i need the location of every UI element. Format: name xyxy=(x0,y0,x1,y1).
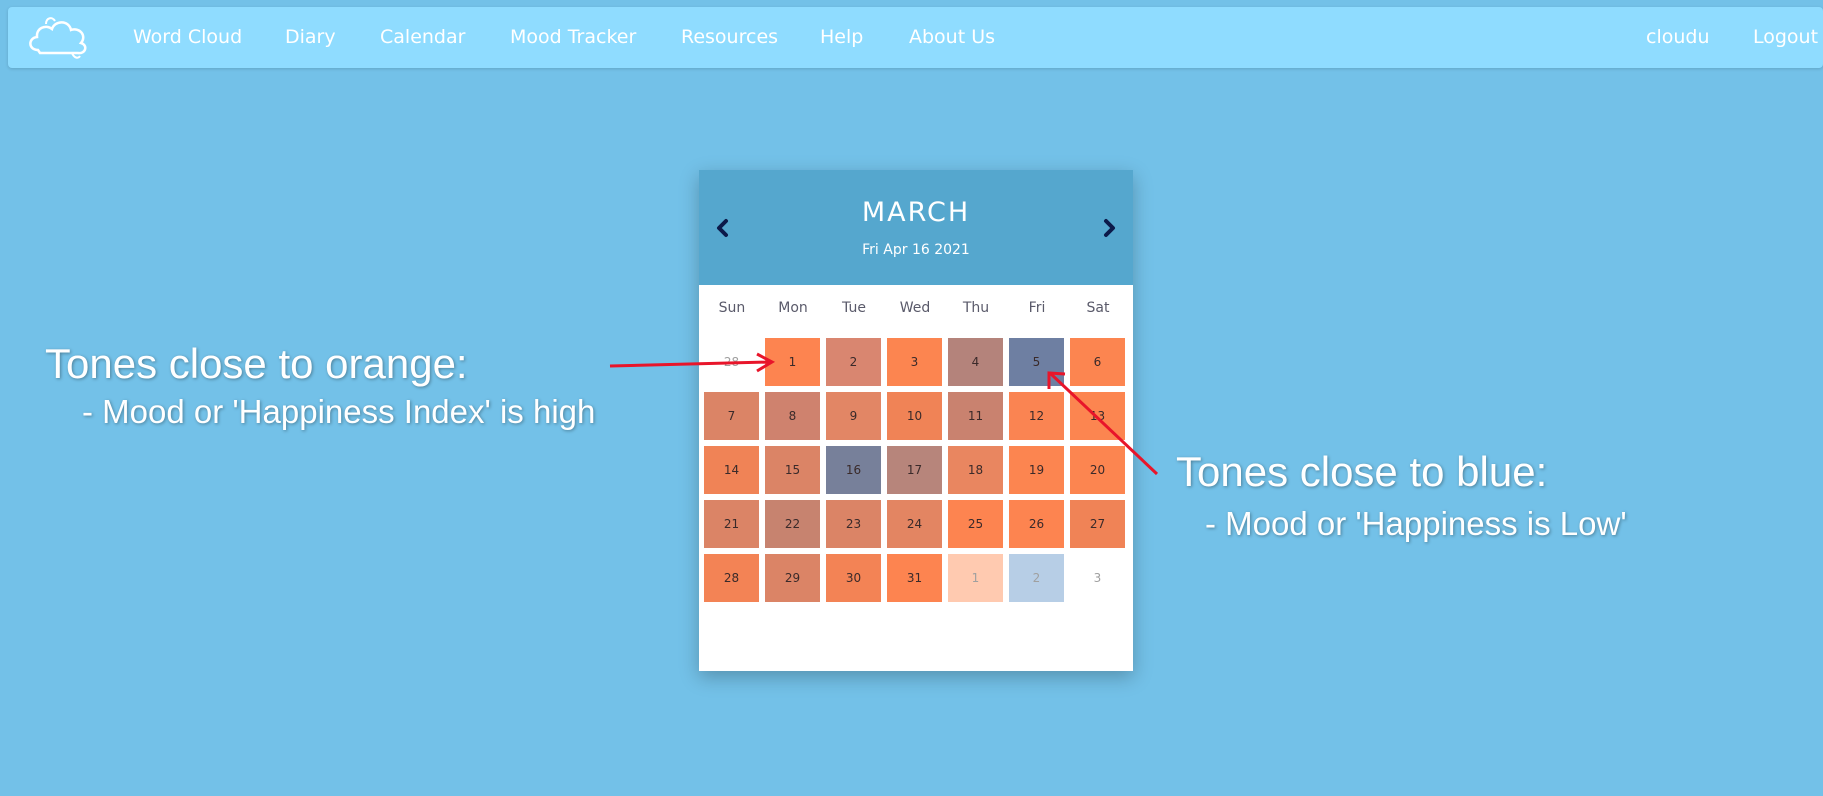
weekday-0: Sun xyxy=(718,300,746,316)
calendar-widget: MARCH Fri Apr 16 2021 Sun Mon Tue Wed Thu Fri… xyxy=(699,170,1133,671)
nav-help[interactable]: Help xyxy=(820,7,863,68)
calendar-day-cell[interactable]: 19 xyxy=(1009,446,1064,494)
calendar-header: MARCH Fri Apr 16 2021 xyxy=(699,170,1133,285)
calendar-day-cell[interactable]: 5 xyxy=(1009,338,1064,386)
calendar-day-cell[interactable]: 23 xyxy=(826,500,881,548)
orange-annotation-title: Tones close to orange: xyxy=(45,340,468,387)
calendar-day-cell[interactable]: 1 xyxy=(765,338,820,386)
weekday-4: Thu xyxy=(962,300,990,316)
nav-word-cloud[interactable]: Word Cloud xyxy=(133,7,242,68)
calendar-day-cell[interactable]: 1 xyxy=(948,554,1003,602)
calendar-day-cell[interactable]: 13 xyxy=(1070,392,1125,440)
calendar-day-cell[interactable]: 28 xyxy=(704,338,759,386)
calendar-day-cell[interactable]: 24 xyxy=(887,500,942,548)
weekday-5: Fri xyxy=(1028,300,1046,316)
calendar-day-cell[interactable]: 25 xyxy=(948,500,1003,548)
weekday-2: Tue xyxy=(842,300,866,316)
calendar-day-cell[interactable]: 14 xyxy=(704,446,759,494)
nav-about-us[interactable]: About Us xyxy=(909,7,995,68)
calendar-day-cell[interactable]: 7 xyxy=(704,392,759,440)
cloud-logo-icon[interactable] xyxy=(24,12,94,62)
blue-annotation-title: Tones close to blue: xyxy=(1176,448,1548,495)
calendar-day-cell[interactable]: 22 xyxy=(765,500,820,548)
nav-calendar[interactable]: Calendar xyxy=(380,7,465,68)
calendar-day-cell[interactable]: 2 xyxy=(1009,554,1064,602)
calendar-day-cell[interactable]: 17 xyxy=(887,446,942,494)
calendar-day-cell[interactable]: 27 xyxy=(1070,500,1125,548)
calendar-month: MARCH xyxy=(861,197,971,228)
calendar-day-cell[interactable]: 15 xyxy=(765,446,820,494)
chevron-right-icon[interactable] xyxy=(1099,216,1119,240)
calendar-day-cell[interactable]: 3 xyxy=(1070,554,1125,602)
calendar-day-cell[interactable]: 30 xyxy=(826,554,881,602)
navbar: Word Cloud Diary Calendar Mood Tracker R… xyxy=(8,7,1823,68)
calendar-day-cell[interactable]: 11 xyxy=(948,392,1003,440)
calendar-day-cell[interactable]: 31 xyxy=(887,554,942,602)
weekday-1: Mon xyxy=(778,300,808,316)
calendar-day-cell[interactable]: 3 xyxy=(887,338,942,386)
calendar-today: Fri Apr 16 2021 xyxy=(862,242,970,258)
calendar-day-cell[interactable]: 8 xyxy=(765,392,820,440)
nav-mood-tracker[interactable]: Mood Tracker xyxy=(510,7,636,68)
calendar-day-cell[interactable]: 10 xyxy=(887,392,942,440)
nav-resources[interactable]: Resources xyxy=(681,7,778,68)
logout-button[interactable]: Logout xyxy=(1753,7,1818,68)
nav-username[interactable]: cloudu xyxy=(1646,7,1710,68)
nav-diary[interactable]: Diary xyxy=(285,7,336,68)
calendar-day-cell[interactable]: 29 xyxy=(765,554,820,602)
calendar-day-cell[interactable]: 4 xyxy=(948,338,1003,386)
calendar-day-cell[interactable]: 6 xyxy=(1070,338,1125,386)
calendar-day-cell[interactable]: 12 xyxy=(1009,392,1064,440)
calendar-day-cell[interactable]: 20 xyxy=(1070,446,1125,494)
calendar-day-cell[interactable]: 9 xyxy=(826,392,881,440)
calendar-day-cell[interactable]: 28 xyxy=(704,554,759,602)
calendar-day-cell[interactable]: 2 xyxy=(826,338,881,386)
calendar-day-cell[interactable]: 18 xyxy=(948,446,1003,494)
blue-annotation-subtitle: - Mood or 'Happiness is Low' xyxy=(1205,505,1627,542)
weekday-3: Wed xyxy=(899,300,931,316)
calendar-day-cell[interactable]: 26 xyxy=(1009,500,1064,548)
calendar-day-cell[interactable]: 16 xyxy=(826,446,881,494)
orange-annotation-subtitle: - Mood or 'Happiness Index' is high xyxy=(82,393,596,430)
calendar-day-cell[interactable]: 21 xyxy=(704,500,759,548)
weekday-6: Sat xyxy=(1086,300,1110,316)
